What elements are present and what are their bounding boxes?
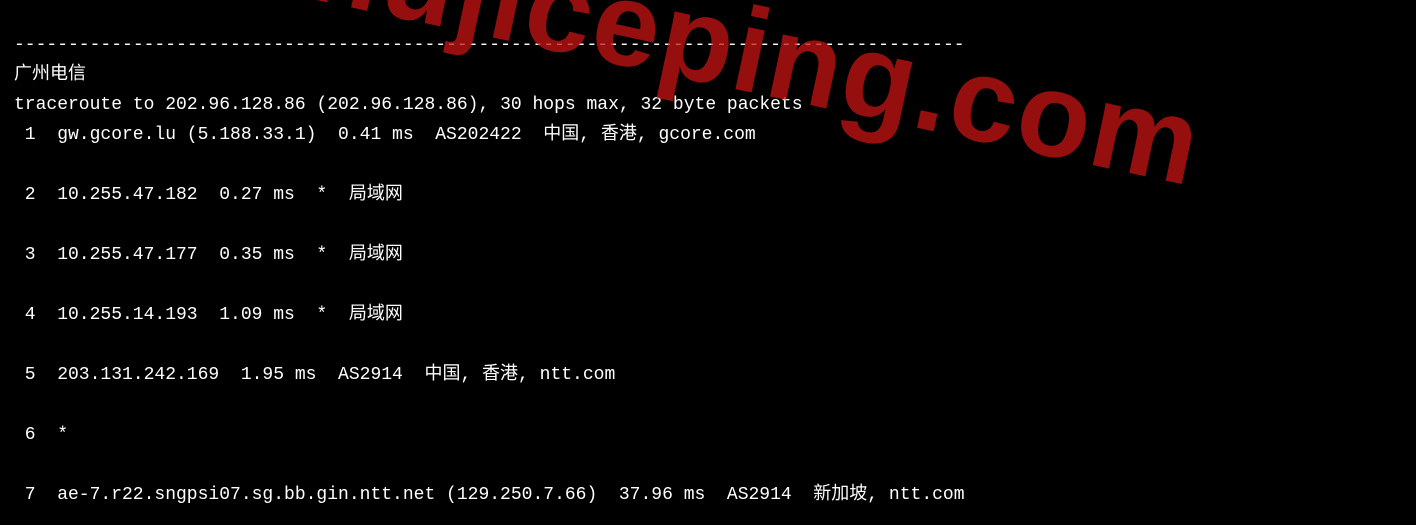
hop-number: 6	[14, 420, 36, 450]
hop-number: 2	[14, 180, 36, 210]
hop-detail: 10.255.47.182 0.27 ms * 局域网	[57, 185, 403, 205]
separator-line: ----------------------------------------…	[14, 35, 965, 55]
hop-detail: ae-7.r22.sngpsi07.sg.bb.gin.ntt.net (129…	[57, 485, 964, 505]
hop-number: 5	[14, 360, 36, 390]
hop-row: 2 10.255.47.182 0.27 ms * 局域网	[14, 180, 1416, 210]
traceroute-summary: traceroute to 202.96.128.86 (202.96.128.…	[14, 95, 803, 115]
hop-number: 7	[14, 480, 36, 510]
traceroute-title: 广州电信	[14, 65, 86, 85]
hop-row: 3 10.255.47.177 0.35 ms * 局域网	[14, 240, 1416, 270]
hop-detail: 203.131.242.169 1.95 ms AS2914 中国, 香港, n…	[57, 365, 615, 385]
hop-row: 1 gw.gcore.lu (5.188.33.1) 0.41 ms AS2024…	[14, 120, 1416, 150]
hop-row: 4 10.255.14.193 1.09 ms * 局域网	[14, 300, 1416, 330]
hop-detail: 10.255.47.177 0.35 ms * 局域网	[57, 245, 403, 265]
hop-row: 7 ae-7.r22.sngpsi07.sg.bb.gin.ntt.net (12…	[14, 480, 1416, 510]
hop-number: 3	[14, 240, 36, 270]
hop-detail: gw.gcore.lu (5.188.33.1) 0.41 ms AS20242…	[57, 125, 756, 145]
hop-row: 6*	[14, 420, 1416, 450]
hop-number: 4	[14, 300, 36, 330]
terminal-output: ----------------------------------------…	[0, 0, 1416, 525]
hop-detail: *	[57, 425, 68, 445]
hop-detail: 10.255.14.193 1.09 ms * 局域网	[57, 305, 403, 325]
hop-row: 5 203.131.242.169 1.95 ms AS2914 中国, 香港, …	[14, 360, 1416, 390]
hop-number: 1	[14, 120, 36, 150]
